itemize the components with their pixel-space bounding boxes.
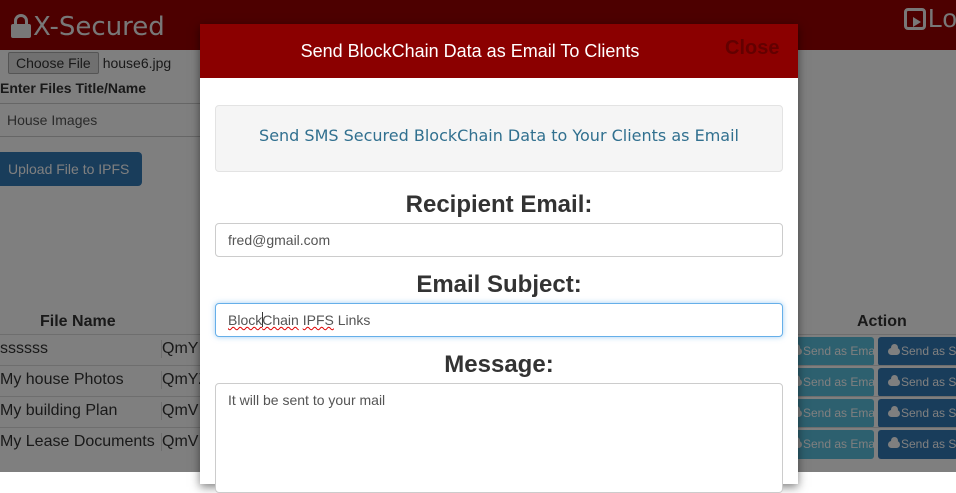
recipient-email-input[interactable]: fred@gmail.com: [215, 223, 783, 257]
modal-header: Send BlockChain Data as Email To Clients…: [200, 24, 798, 78]
info-text: Send SMS Secured BlockChain Data to Your…: [259, 126, 739, 145]
email-modal: Send BlockChain Data as Email To Clients…: [200, 24, 798, 493]
subject-rest: Links: [333, 312, 371, 328]
close-button[interactable]: Close: [725, 37, 779, 60]
subject-word-1a: Block: [228, 312, 263, 328]
subject-label: Email Subject:: [416, 271, 582, 298]
message-textarea[interactable]: It will be sent to your mail: [215, 383, 783, 493]
modal-title: Send BlockChain Data as Email To Clients: [300, 41, 640, 61]
email-subject-input[interactable]: BlockChain IPFS Links: [215, 303, 783, 337]
info-panel: Send SMS Secured BlockChain Data to Your…: [215, 105, 783, 172]
subject-word-1b: Chain: [262, 312, 299, 328]
recipient-label: Recipient Email:: [405, 191, 593, 218]
subject-word-2: IPFS: [302, 312, 334, 328]
message-label: Message:: [444, 351, 554, 378]
